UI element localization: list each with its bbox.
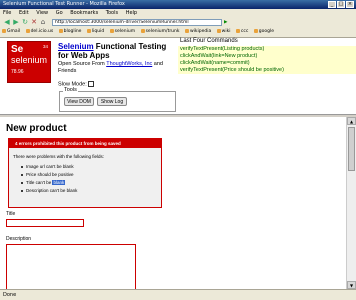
error-item: Image url can't be blank bbox=[21, 164, 74, 169]
error-intro: There were problems with the following f… bbox=[13, 154, 105, 159]
bookmark-item[interactable]: liquid bbox=[85, 27, 106, 37]
view-dom-button[interactable]: View DOM bbox=[64, 97, 94, 106]
bullet-icon bbox=[21, 181, 23, 184]
thoughtworks-link[interactable]: ThoughtWorks, Inc bbox=[106, 61, 152, 67]
bookmark-item[interactable]: wikipedia bbox=[183, 27, 213, 37]
window-title: Selenium Functional Test Runner - Mozill… bbox=[3, 1, 125, 7]
command-row: clickAndWait(name=commit) bbox=[178, 60, 356, 67]
title-field[interactable] bbox=[6, 219, 84, 227]
status-text: Done bbox=[3, 292, 17, 298]
slow-mode-checkbox[interactable] bbox=[87, 81, 94, 87]
menu-tools[interactable]: Tools bbox=[103, 9, 121, 18]
bookmark-item[interactable]: wiki bbox=[215, 27, 233, 37]
selenium-home-link[interactable]: Selenium bbox=[58, 42, 94, 51]
maximize-button[interactable]: □ bbox=[337, 1, 345, 8]
scroll-down-icon[interactable]: ▼ bbox=[347, 281, 356, 289]
page-title: New product bbox=[6, 123, 67, 134]
bookmark-icon bbox=[2, 28, 6, 33]
bookmark-icon bbox=[184, 28, 189, 33]
bookmark-icon bbox=[140, 28, 145, 33]
selenium-title: Selenium Functional Testing for Web Apps bbox=[58, 42, 176, 60]
stop-icon[interactable]: ✕ bbox=[30, 19, 38, 26]
selenium-logo: Se 34 selenium 78.96 bbox=[7, 41, 51, 83]
logo-name: selenium bbox=[11, 55, 48, 65]
menu-view[interactable]: View bbox=[33, 9, 51, 18]
window-titlebar: Selenium Functional Test Runner - Mozill… bbox=[0, 0, 356, 9]
error-explanation: 4 errors prohibited this product from be… bbox=[8, 138, 162, 208]
description-field[interactable] bbox=[6, 244, 136, 289]
selenium-control-panel: Se 34 selenium 78.96 Selenium Functional… bbox=[0, 38, 176, 114]
command-row: clickAndWait(link=New product) bbox=[178, 53, 356, 60]
bullet-icon bbox=[21, 173, 23, 176]
bullet-icon bbox=[21, 189, 23, 192]
forward-arrow-icon[interactable]: ▶ bbox=[12, 19, 20, 26]
selenium-subtitle: Open Source From ThoughtWorks, Inc and F… bbox=[58, 61, 163, 74]
logo-atomic-number: 34 bbox=[42, 44, 48, 49]
error-item: Price should be positive bbox=[21, 172, 74, 177]
minimize-button[interactable]: _ bbox=[328, 1, 336, 8]
command-row: verifyTextPresent(Listing products) bbox=[178, 46, 356, 53]
bookmark-item[interactable]: del.icio.us bbox=[24, 27, 56, 37]
error-item: Description can't be blank bbox=[21, 188, 77, 193]
bookmark-item[interactable]: blogline bbox=[57, 27, 84, 37]
application-frame: New product 4 errors prohibited this pro… bbox=[0, 117, 346, 289]
tools-legend: Tools bbox=[63, 87, 78, 93]
bookmark-icon bbox=[235, 28, 240, 33]
address-bar[interactable]: http://localhost:3000/selenium-driver/Se… bbox=[52, 19, 222, 26]
close-button[interactable]: × bbox=[346, 1, 354, 8]
bookmark-item[interactable]: google bbox=[252, 27, 276, 37]
bookmark-item[interactable]: Gmail bbox=[0, 27, 22, 37]
scroll-thumb[interactable] bbox=[348, 127, 355, 171]
command-row: verifyTextPresent(Price should be positi… bbox=[178, 67, 356, 74]
menu-help[interactable]: Help bbox=[123, 9, 140, 18]
bookmark-icon bbox=[25, 28, 30, 33]
home-icon[interactable]: ⌂ bbox=[39, 19, 47, 26]
menu-file[interactable]: File bbox=[0, 9, 14, 18]
reload-icon[interactable]: ↻ bbox=[21, 19, 29, 26]
bookmark-icon bbox=[109, 28, 114, 33]
vertical-scrollbar[interactable]: ▲ ▼ bbox=[346, 117, 356, 289]
menu-edit[interactable]: Edit bbox=[16, 9, 32, 18]
status-bar: Done bbox=[0, 289, 356, 300]
bookmark-item[interactable]: ccc bbox=[234, 27, 250, 37]
error-item: Title can't be blank bbox=[21, 180, 66, 185]
bookmark-icon bbox=[58, 28, 63, 33]
last-commands-panel: Last Four Commands verifyTextPresent(Lis… bbox=[178, 38, 356, 114]
scroll-up-icon[interactable]: ▲ bbox=[347, 117, 356, 125]
menu-bookmarks[interactable]: Bookmarks bbox=[67, 9, 101, 18]
title-label: Title bbox=[6, 211, 16, 217]
bookmark-item[interactable]: selenium/trunk bbox=[139, 27, 182, 37]
selected-text: blank bbox=[52, 180, 66, 185]
window-controls: _ □ × bbox=[328, 1, 354, 8]
back-arrow-icon[interactable]: ◀ bbox=[3, 19, 11, 26]
last-commands-title: Last Four Commands bbox=[180, 38, 238, 44]
menu-go[interactable]: Go bbox=[53, 9, 66, 18]
go-button[interactable]: ▶ bbox=[224, 19, 236, 26]
error-header: 4 errors prohibited this product from be… bbox=[9, 139, 161, 148]
logo-symbol: Se bbox=[11, 44, 24, 55]
logo-atomic-mass: 78.96 bbox=[11, 69, 24, 75]
show-log-button[interactable]: Show Log bbox=[97, 97, 127, 106]
navigation-toolbar: ◀ ▶ ↻ ✕ ⌂ http://localhost:3000/selenium… bbox=[0, 18, 356, 27]
description-label: Description bbox=[6, 236, 32, 242]
bookmark-item[interactable]: selenium bbox=[108, 27, 137, 37]
bookmark-icon bbox=[216, 28, 221, 33]
bullet-icon bbox=[21, 165, 23, 168]
bookmark-icon bbox=[253, 28, 258, 33]
bookmark-icon bbox=[86, 28, 91, 33]
bookmarks-toolbar: Gmail del.icio.us blogline liquid seleni… bbox=[0, 27, 356, 38]
